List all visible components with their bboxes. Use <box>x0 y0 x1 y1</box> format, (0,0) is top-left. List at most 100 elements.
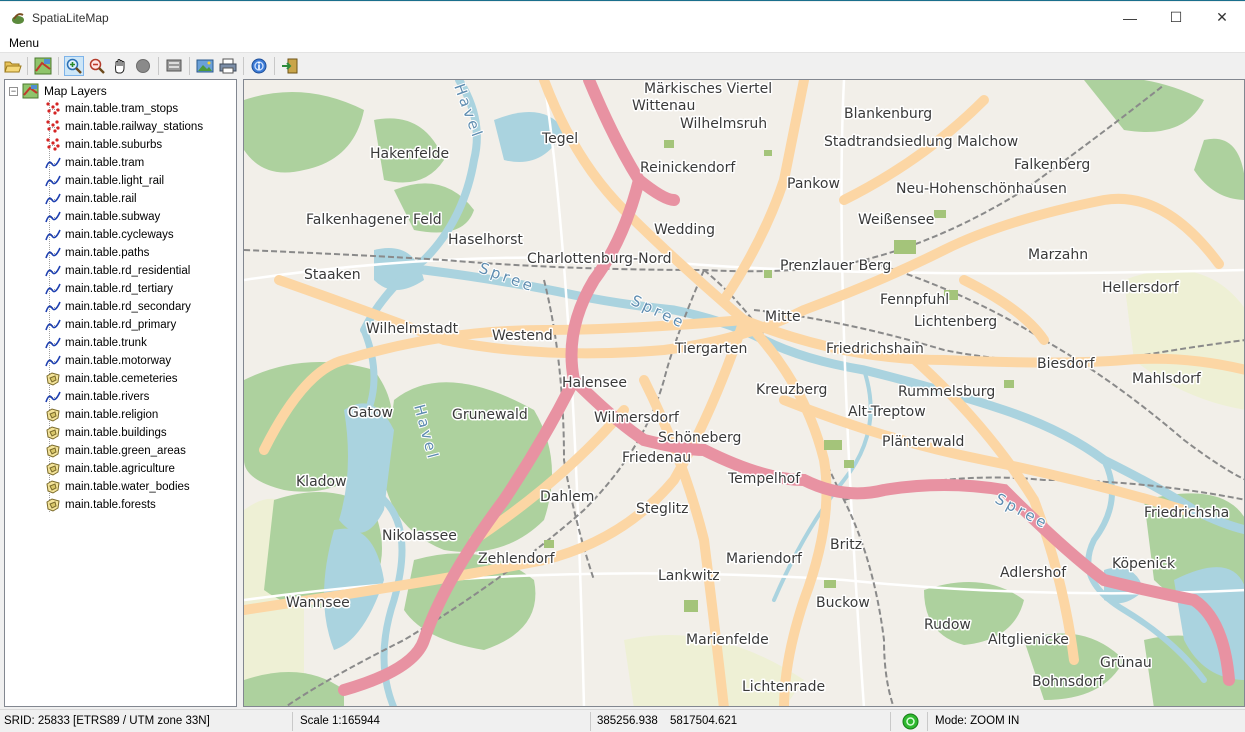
tree-layer-label: main.table.forests <box>65 499 156 511</box>
place-label: Alt-Treptow <box>848 404 926 420</box>
polygon-layer-icon <box>45 371 61 387</box>
minimize-icon: — <box>1123 10 1137 26</box>
place-label: Tiergarten <box>674 341 747 357</box>
tree-layer-label: main.table.suburbs <box>65 139 162 151</box>
stop-button[interactable] <box>133 56 153 76</box>
tree-layer-item[interactable]: main.table.trunk <box>45 334 147 352</box>
layer-tree[interactable]: − Map Layers main.table.tram_stops main.t… <box>4 79 237 707</box>
status-separator <box>927 712 928 731</box>
place-label: Staaken <box>304 267 361 283</box>
app-logo-icon <box>10 10 26 26</box>
place-label: Bohnsdorf <box>1032 674 1104 690</box>
tree-layer-item[interactable]: main.table.rd_residential <box>45 262 190 280</box>
minimize-button[interactable]: — <box>1107 2 1153 33</box>
layer-config-button[interactable] <box>164 56 184 76</box>
tree-layer-item[interactable]: main.table.green_areas <box>45 442 186 460</box>
line-layer-icon <box>45 389 61 405</box>
place-label: Gatow <box>348 405 393 421</box>
tree-layer-item[interactable]: main.table.light_rail <box>45 172 164 190</box>
tree-layer-item[interactable]: main.table.tram <box>45 154 144 172</box>
open-button[interactable] <box>3 56 23 76</box>
tree-layer-item[interactable]: main.table.rail <box>45 190 137 208</box>
tree-layer-item[interactable]: main.table.motorway <box>45 352 171 370</box>
exit-button[interactable] <box>280 56 300 76</box>
title-bar: SpatiaLiteMap — ☐ ✕ <box>0 2 1245 33</box>
tree-layer-item[interactable]: main.table.rivers <box>45 388 149 406</box>
tree-layer-item[interactable]: main.table.railway_stations <box>45 118 203 136</box>
tree-layer-item[interactable]: main.table.buildings <box>45 424 167 442</box>
tree-layer-item[interactable]: main.table.rd_primary <box>45 316 176 334</box>
tree-layer-label: main.table.paths <box>65 247 149 259</box>
place-label: Nikolassee <box>382 528 457 544</box>
tree-layer-label: main.table.railway_stations <box>65 121 203 133</box>
map-canvas[interactable]: Märkisches Viertel Wittenau Wilhelmsruh … <box>243 79 1245 707</box>
map-properties-button[interactable] <box>33 56 53 76</box>
tree-layer-label: main.table.tram <box>65 157 144 169</box>
tree-layer-label: main.table.water_bodies <box>65 481 190 493</box>
polygon-layer-icon <box>45 461 61 477</box>
close-button[interactable]: ✕ <box>1199 2 1245 33</box>
place-label: Stadtrandsiedlung Malchow <box>824 134 1018 150</box>
line-layer-icon <box>45 155 61 171</box>
zoom-in-button[interactable] <box>64 56 84 76</box>
place-label: Pankow <box>787 176 840 192</box>
tree-layer-label: main.table.rd_residential <box>65 265 190 277</box>
tree-layer-item[interactable]: main.table.cycleways <box>45 226 174 244</box>
print-button[interactable] <box>218 56 238 76</box>
scale-status: Scale 1:165944 <box>300 715 380 727</box>
pan-button[interactable] <box>110 56 130 76</box>
x-coordinate: 385256.938 <box>597 715 658 727</box>
tree-layer-item[interactable]: main.table.tram_stops <box>45 100 178 118</box>
collapse-icon[interactable]: − <box>9 87 18 96</box>
app-window: SpatiaLiteMap — ☐ ✕ Menu <box>0 0 1245 731</box>
line-layer-icon <box>45 263 61 279</box>
place-label: Marienfelde <box>686 632 769 648</box>
polygon-layer-icon <box>45 497 61 513</box>
place-label: Westend <box>492 328 553 344</box>
tree-layer-item[interactable]: main.table.rd_secondary <box>45 298 191 316</box>
polygon-layer-icon <box>45 407 61 423</box>
map-svg: Märkisches Viertel Wittenau Wilhelmsruh … <box>244 80 1245 707</box>
tree-layer-label: main.table.religion <box>65 409 158 421</box>
place-label: Kladow <box>296 474 347 490</box>
tree-layer-item[interactable]: main.table.rd_tertiary <box>45 280 173 298</box>
place-label: Wannsee <box>286 595 350 611</box>
status-separator <box>292 712 293 731</box>
tree-layer-item[interactable]: main.table.cemeteries <box>45 370 178 388</box>
tree-layer-label: main.table.green_areas <box>65 445 186 457</box>
tree-layer-item[interactable]: main.table.subway <box>45 208 160 226</box>
tree-layer-item[interactable]: main.table.agriculture <box>45 460 175 478</box>
place-label: Blankenburg <box>844 106 932 122</box>
toolbar <box>0 54 1245 79</box>
place-label: Britz <box>830 537 862 553</box>
about-button[interactable] <box>249 56 269 76</box>
line-layer-icon <box>45 299 61 315</box>
place-label: Hellersdorf <box>1102 280 1180 296</box>
print-icon <box>219 58 237 74</box>
place-label: Friedenau <box>622 450 691 466</box>
zoom-out-icon <box>89 58 105 74</box>
place-label: Weißensee <box>858 212 934 228</box>
tree-layer-label: main.table.rd_secondary <box>65 301 191 313</box>
export-image-icon <box>196 58 214 74</box>
tree-layer-item[interactable]: main.table.forests <box>45 496 156 514</box>
tree-layer-item[interactable]: main.table.paths <box>45 244 149 262</box>
zoom-out-button[interactable] <box>87 56 107 76</box>
place-label: Grunewald <box>452 407 528 423</box>
tree-layer-item[interactable]: main.table.suburbs <box>45 136 162 154</box>
tree-layer-label: main.table.buildings <box>65 427 167 439</box>
place-label: Buckow <box>816 595 870 611</box>
line-layer-icon <box>45 191 61 207</box>
toolbar-separator <box>158 57 159 75</box>
maximize-button[interactable]: ☐ <box>1153 2 1199 33</box>
tree-layer-label: main.table.tram_stops <box>65 103 178 115</box>
tree-layer-item[interactable]: main.table.religion <box>45 406 158 424</box>
line-layer-icon <box>45 281 61 297</box>
tree-root[interactable]: − Map Layers <box>9 83 107 99</box>
tree-layer-item[interactable]: main.table.water_bodies <box>45 478 190 496</box>
status-bar: SRID: 25833 [ETRS89 / UTM zone 33N] Scal… <box>0 709 1245 732</box>
toolbar-separator <box>243 57 244 75</box>
export-image-button[interactable] <box>195 56 215 76</box>
mode-status: Mode: ZOOM IN <box>935 715 1019 727</box>
menu-item[interactable]: Menu <box>9 36 39 50</box>
